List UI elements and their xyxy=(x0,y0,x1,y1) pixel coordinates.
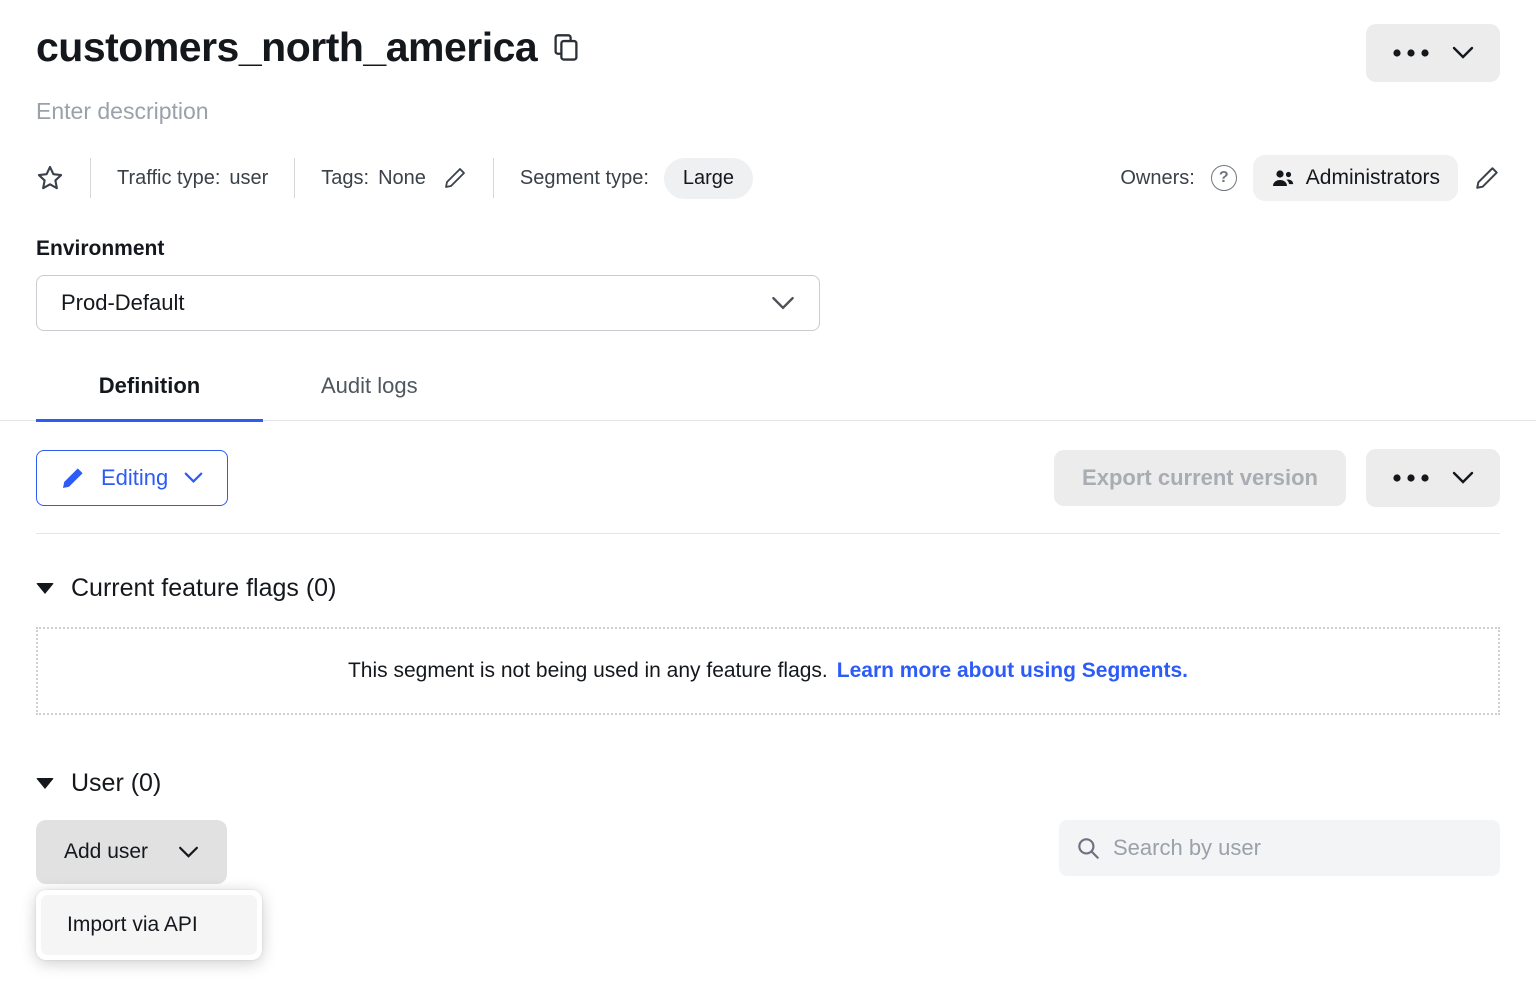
copy-title-button[interactable] xyxy=(553,33,579,63)
owners-label: Owners: xyxy=(1120,167,1194,190)
feature-flags-heading: Current feature flags (0) xyxy=(71,574,336,603)
traffic-type-value: user xyxy=(229,167,268,190)
user-section-toggle[interactable]: User (0) xyxy=(36,769,1500,798)
definition-toolbar: Editing Export current version xyxy=(36,449,1500,507)
divider xyxy=(90,158,91,198)
feature-flags-section-toggle[interactable]: Current feature flags (0) xyxy=(36,574,1500,603)
empty-state-text: This segment is not being used in any fe… xyxy=(348,659,828,683)
pencil-icon xyxy=(1474,165,1500,191)
ellipsis-icon xyxy=(1392,48,1432,58)
edit-tags-button[interactable] xyxy=(443,166,467,190)
tags-value: None xyxy=(378,167,426,190)
environment-select[interactable]: Prod-Default xyxy=(36,275,820,331)
segment-type-badge: Large xyxy=(664,158,753,199)
people-icon xyxy=(1271,168,1295,188)
traffic-type-label: Traffic type: xyxy=(117,167,220,190)
pencil-icon xyxy=(443,166,467,190)
chevron-down-icon xyxy=(771,296,795,311)
tab-definition[interactable]: Definition xyxy=(36,373,263,422)
add-user-label: Add user xyxy=(64,840,148,864)
header-more-actions-button[interactable] xyxy=(1366,24,1500,82)
page-header: customers_north_america xyxy=(36,24,1500,82)
edit-owners-button[interactable] xyxy=(1474,165,1500,191)
tab-audit-logs[interactable]: Audit logs xyxy=(321,373,418,422)
search-icon xyxy=(1075,835,1101,861)
description-field[interactable]: Enter description xyxy=(36,98,1500,125)
menu-item-import-via-api[interactable]: Import via API xyxy=(41,895,257,955)
help-icon[interactable]: ? xyxy=(1211,165,1237,191)
learn-more-link[interactable]: Learn more about using Segments. xyxy=(837,659,1188,683)
feature-flags-empty-state: This segment is not being used in any fe… xyxy=(36,627,1500,715)
environment-label: Environment xyxy=(36,237,1500,261)
owners-pill: Administrators xyxy=(1253,155,1458,201)
pencil-icon xyxy=(61,466,85,490)
segment-type: Segment type: Large xyxy=(520,158,753,199)
ellipsis-icon xyxy=(1392,473,1432,483)
chevron-down-icon xyxy=(184,472,203,484)
add-user-dropdown-menu: Import via API xyxy=(36,890,262,960)
owners-value: Administrators xyxy=(1306,166,1440,190)
search-by-user-input[interactable] xyxy=(1113,835,1484,861)
user-search-box xyxy=(1059,820,1500,876)
owners-group: Owners: ? Administrators xyxy=(1120,155,1500,201)
meta-row: Traffic type: user Tags: None Segment ty… xyxy=(36,155,1500,201)
user-heading: User (0) xyxy=(71,769,161,798)
environment-section: Environment Prod-Default xyxy=(36,237,1500,331)
chevron-down-icon xyxy=(1452,46,1474,60)
segment-type-label: Segment type: xyxy=(520,167,649,190)
chevron-down-icon xyxy=(178,846,199,859)
divider xyxy=(493,158,494,198)
caret-down-icon xyxy=(36,778,54,789)
tags: Tags: None xyxy=(321,166,467,190)
tab-bar: Definition Audit logs xyxy=(0,373,1536,421)
star-icon xyxy=(36,164,64,192)
question-glyph: ? xyxy=(1219,169,1229,187)
add-user-button[interactable]: Add user xyxy=(36,820,227,884)
page-title: customers_north_america xyxy=(36,24,537,71)
toolbar-more-actions-button[interactable] xyxy=(1366,449,1500,507)
favorite-star-button[interactable] xyxy=(36,164,64,192)
tags-label: Tags: xyxy=(321,167,369,190)
divider xyxy=(294,158,295,198)
environment-selected-value: Prod-Default xyxy=(61,290,185,316)
export-current-version-button[interactable]: Export current version xyxy=(1054,450,1346,506)
editing-label: Editing xyxy=(101,465,168,491)
copy-icon xyxy=(553,33,579,63)
chevron-down-icon xyxy=(1452,471,1474,485)
user-controls-row: Add user Import via API xyxy=(36,820,1500,884)
traffic-type: Traffic type: user xyxy=(117,167,268,190)
divider xyxy=(36,533,1500,534)
segment-detail-page: customers_north_america xyxy=(0,0,1536,1002)
caret-down-icon xyxy=(36,583,54,594)
editing-mode-button[interactable]: Editing xyxy=(36,450,228,506)
